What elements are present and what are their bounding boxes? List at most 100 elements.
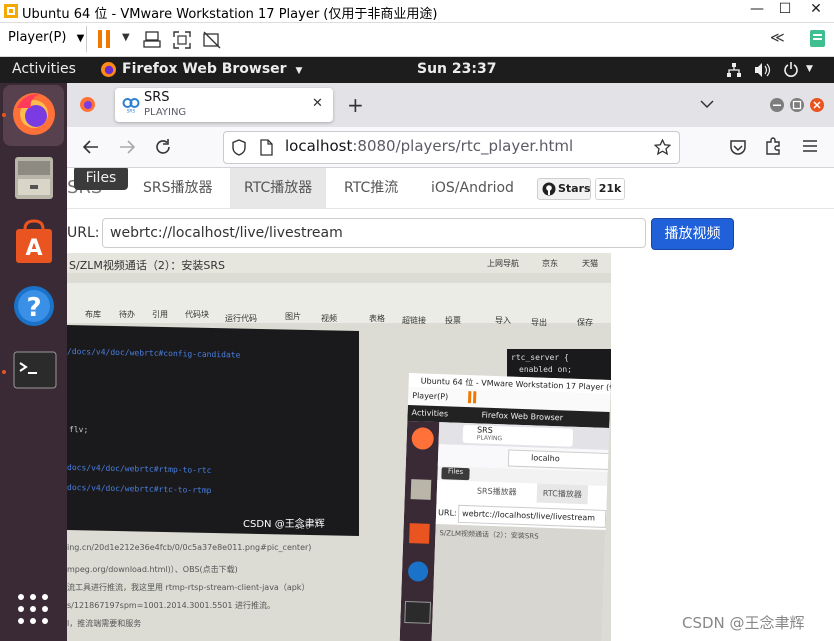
system-menu-arrow-icon[interactable]: ▼ <box>806 64 813 74</box>
nested-software-icon <box>409 523 430 544</box>
library-icon[interactable] <box>808 29 828 49</box>
video-toolbar-item: 导出 <box>531 318 547 327</box>
video-toolbar-item: 表格 <box>369 314 385 323</box>
github-stars-button[interactable]: Stars <box>537 178 591 200</box>
video-nav-item: 上网导航 <box>487 259 519 268</box>
video-blog-line: 流工具进行推流，我这里用 rtmp-rtsp-stream-client-jav… <box>67 583 310 592</box>
vmware-title-bar: Ubuntu 64 位 - VMware Workstation 17 Play… <box>0 0 834 23</box>
nested-video-caption: S/ZLM视频通话（2）：安装SRS <box>439 529 539 541</box>
terminal-icon <box>13 351 57 389</box>
video-nav-item: 京东 <box>542 259 558 268</box>
nav-srs-player[interactable]: SRS播放器 <box>129 168 227 208</box>
dock-item-files[interactable] <box>3 149 64 210</box>
srs-favicon-icon: SRS <box>122 98 140 113</box>
collapse-toolbar-button[interactable]: ≪ <box>770 30 785 46</box>
nav-rtc-player[interactable]: RTC播放器 <box>230 168 327 208</box>
list-tabs-icon[interactable] <box>700 99 714 109</box>
minimize-circle-icon[interactable] <box>769 97 785 113</box>
nested-files-icon <box>410 479 432 500</box>
hamburger-menu-icon[interactable] <box>802 139 818 153</box>
volume-icon[interactable] <box>754 62 771 78</box>
files-tooltip: Files <box>74 168 128 190</box>
send-ctrl-alt-del-icon[interactable] <box>143 30 163 50</box>
reload-icon[interactable] <box>154 138 172 156</box>
video-toolbar-item: 待办 <box>119 310 135 319</box>
minimize-button[interactable]: — <box>744 1 770 21</box>
app-menu[interactable]: Firefox Web Browser ▼ <box>122 61 302 77</box>
stream-url-input[interactable]: webrtc://localhost/live/livestream <box>102 218 646 248</box>
maximize-circle-icon[interactable] <box>789 97 805 113</box>
network-icon[interactable] <box>726 62 742 78</box>
video-inner-watermark: CSDN @王念聿辉 <box>243 519 325 530</box>
url-path: :8080/players/rtc_player.html <box>352 137 574 155</box>
maximize-button[interactable]: ☐ <box>772 1 798 21</box>
close-window-button[interactable]: ✕ <box>803 1 829 21</box>
firefox-nav-bar: localhost:8080/players/rtc_player.html <box>67 127 834 168</box>
activities-button[interactable]: Activities <box>12 61 76 77</box>
tab-title: SRS <box>144 90 170 105</box>
video-toolbar-item: 布库 <box>85 310 101 319</box>
chevron-down-icon: ▼ <box>76 33 85 44</box>
nested-url-text: localho <box>530 453 560 464</box>
url-text[interactable]: localhost:8080/players/rtc_player.html <box>285 137 573 155</box>
dock-item-firefox[interactable] <box>3 85 64 146</box>
nested-tab-status: PLAYING <box>476 434 503 443</box>
files-icon <box>15 157 53 199</box>
close-circle-icon[interactable] <box>809 97 825 113</box>
fullscreen-icon[interactable] <box>172 30 192 50</box>
video-code-line: flv; <box>69 424 89 435</box>
show-applications-icon[interactable] <box>17 593 49 625</box>
nested-help-icon <box>407 561 429 582</box>
pocket-icon[interactable] <box>729 138 747 156</box>
stars-count[interactable]: 21k <box>595 178 625 200</box>
nested-url-label: URL: <box>437 508 457 518</box>
dock-item-help[interactable]: ? <box>3 277 64 338</box>
video-blog-text: ing.cn/20d1e212e36e4fcb/0/0c5a37e8e011.p… <box>67 539 407 633</box>
srs-navbar: SRS SRS播放器 RTC播放器 RTC推流 iOS/Andriod Star… <box>67 168 834 209</box>
nested-url-value: webrtc://localhost/live/livestream <box>461 508 596 523</box>
nested-nav-srs: SRS播放器 <box>476 486 517 497</box>
firefox-tab-strip: SRS SRS PLAYING ✕ + <box>67 83 834 127</box>
dock-item-terminal[interactable] <box>3 341 64 402</box>
dock-item-software[interactable]: A <box>3 213 64 274</box>
toolbar-divider <box>86 26 87 52</box>
unity-mode-icon[interactable] <box>202 30 222 50</box>
video-code-line: /docs/v4/doc/webrtc#config-candidate <box>67 346 241 360</box>
back-arrow-icon[interactable] <box>82 139 100 155</box>
nav-ios-android[interactable]: iOS/Andriod <box>417 168 528 208</box>
page-icon[interactable] <box>259 139 273 156</box>
github-icon <box>542 182 556 196</box>
nested-urlbar: localho <box>507 449 611 471</box>
pause-icon[interactable] <box>97 29 111 49</box>
power-icon[interactable] <box>783 61 799 78</box>
video-blog-line: ing.cn/20d1e212e36e4fcb/0/0c5a37e8e011.p… <box>67 543 312 552</box>
web-page: SRS SRS播放器 RTC播放器 RTC推流 iOS/Andriod Star… <box>67 168 834 641</box>
video-player[interactable]: S/ZLM视频通话（2）：安装SRS 上网导航 京东 天猫 布库 待办 引用 代… <box>67 253 611 641</box>
shield-icon[interactable] <box>231 139 247 156</box>
stream-url-value: webrtc://localhost/live/livestream <box>110 225 343 241</box>
video-toolbar-item: 运行代码 <box>225 314 257 323</box>
forward-arrow-icon[interactable] <box>118 139 136 155</box>
nav-rtc-publish[interactable]: RTC推流 <box>330 168 412 208</box>
url-label: URL: <box>67 225 100 241</box>
pause-dropdown-icon[interactable]: ▼ <box>122 32 130 43</box>
url-bar[interactable]: localhost:8080/players/rtc_player.html <box>223 131 680 164</box>
extensions-icon[interactable] <box>764 137 782 156</box>
video-blog-line: l，推流端需要和服务 <box>67 619 142 628</box>
new-tab-button[interactable]: + <box>347 93 364 117</box>
chevron-down-icon: ▼ <box>295 66 303 76</box>
ubuntu-dock: A ? <box>0 83 67 641</box>
video-code-line: enabled on; <box>519 365 572 374</box>
video-toolbar-item: 导入 <box>495 316 511 325</box>
tab-srs[interactable]: SRS SRS PLAYING ✕ <box>115 88 333 122</box>
clock[interactable]: Sun 23:37 <box>417 61 496 77</box>
window-title: Ubuntu 64 位 - VMware Workstation 17 Play… <box>22 7 438 22</box>
software-center-icon: A <box>16 219 52 263</box>
firefox-view-icon[interactable] <box>79 96 96 113</box>
nested-activities: Activities <box>411 408 449 419</box>
nested-files-tooltip: Files <box>441 467 470 481</box>
bookmark-star-icon[interactable] <box>654 139 671 156</box>
play-video-button[interactable]: 播放视频 <box>651 218 734 250</box>
player-menu[interactable]: Player(P) ▼ <box>8 30 84 45</box>
close-tab-icon[interactable]: ✕ <box>312 96 323 111</box>
